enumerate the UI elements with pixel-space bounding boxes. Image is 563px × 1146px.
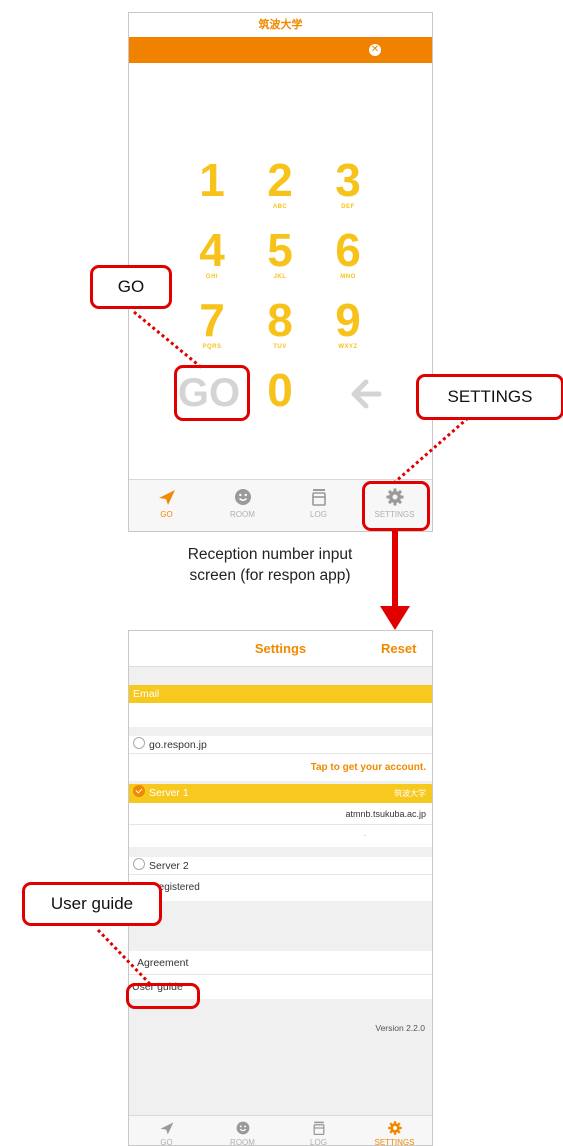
- settings-callout: SETTINGS: [416, 374, 563, 420]
- settings-tab-highlight: [362, 481, 430, 531]
- user-guide-highlight: [126, 983, 200, 1009]
- go-button-highlight: [174, 365, 250, 421]
- annotation-lines: [96, 310, 469, 986]
- user-guide-callout: User guide: [22, 882, 162, 926]
- go-callout: GO: [90, 265, 172, 309]
